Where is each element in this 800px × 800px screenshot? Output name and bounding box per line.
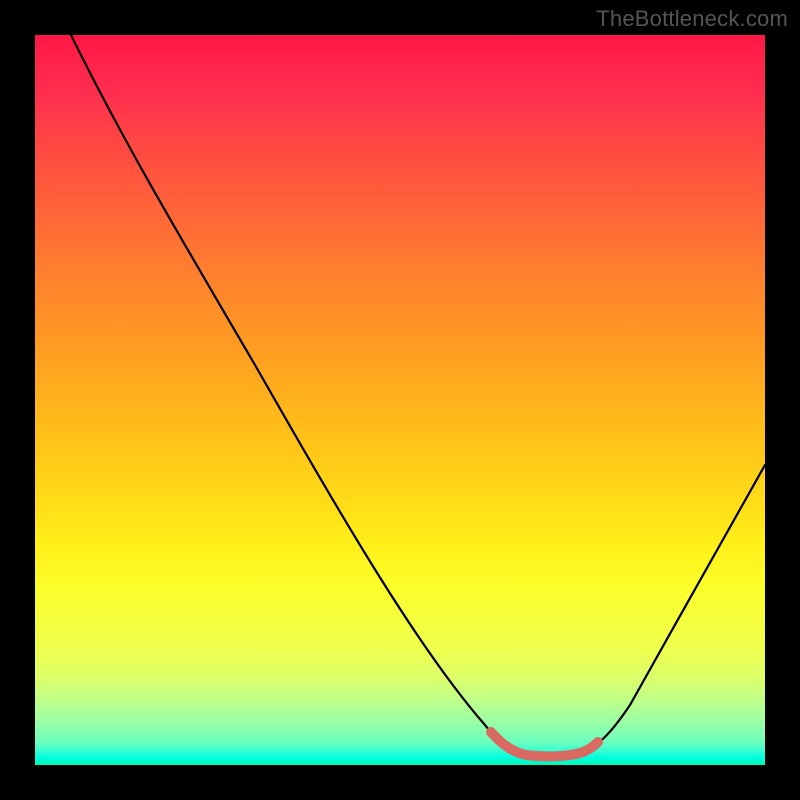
watermark-text: TheBottleneck.com — [596, 6, 788, 32]
optimal-range-highlight — [35, 35, 765, 765]
chart-frame: TheBottleneck.com — [0, 0, 800, 800]
